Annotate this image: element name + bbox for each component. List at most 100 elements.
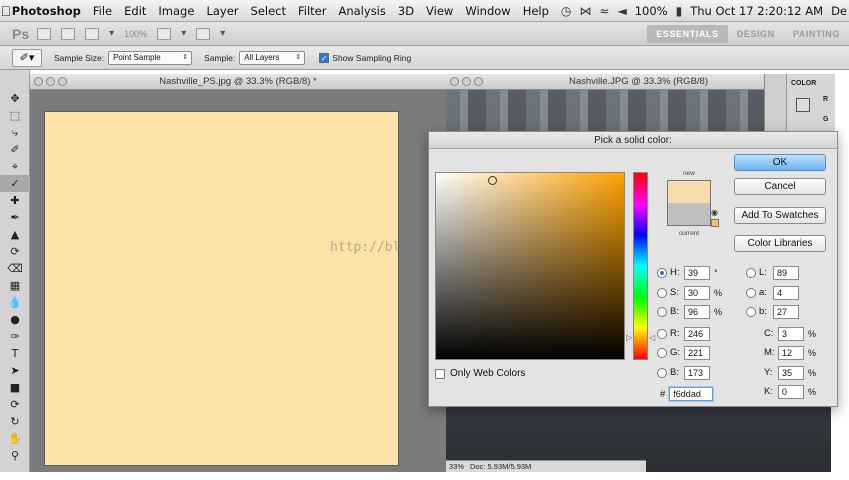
3d-rotate-tool-icon[interactable]: ⟳ [0,396,30,413]
hex-input[interactable]: f6ddad [669,387,714,401]
hue-input[interactable]: 39 [684,265,710,280]
menu-help[interactable]: Help [523,4,549,18]
sample-select[interactable]: All Layers ⇕ [239,50,306,65]
sampling-ring-checkbox[interactable]: ✓ [319,52,330,63]
shape-tool-icon[interactable]: ■ [0,379,30,396]
menu-file[interactable]: File [93,4,112,18]
color-field[interactable] [435,172,625,360]
menu-filter[interactable]: Filter [298,4,326,18]
blue-input[interactable]: 173 [684,365,710,380]
wifi-icon[interactable]: ≈ [599,4,609,18]
black-input[interactable]: 0 [778,384,804,399]
yellow-input[interactable]: 35 [778,365,804,380]
workspace-essentials[interactable]: ESSENTIALS [647,24,728,43]
eraser-tool-icon[interactable]: ⌫ [0,260,30,277]
arrange-documents-icon[interactable] [157,27,172,40]
color-panel-tab[interactable]: COLOR [791,80,816,87]
battery-icon[interactable]: ▮ [676,4,683,18]
cancel-button[interactable]: Cancel [734,178,826,195]
menu-analysis[interactable]: Analysis [338,4,385,18]
a-channel-radio[interactable] [746,287,756,298]
dodge-tool-icon[interactable]: ● [0,311,30,328]
screen-mode-icon[interactable] [196,27,211,40]
add-to-swatches-button[interactable]: Add To Swatches [734,207,826,224]
saturation-radio[interactable] [657,287,667,298]
workspace-painting[interactable]: PAINTING [784,25,849,43]
ok-button[interactable]: OK [734,154,826,171]
lasso-tool-icon[interactable]: ⤷ [0,124,30,141]
menu-image[interactable]: Image [158,4,194,18]
volume-icon[interactable]: ◄ [617,4,626,18]
workspace-design[interactable]: DESIGN [728,25,784,43]
menu-view[interactable]: View [426,4,453,18]
chevron-down-icon[interactable]: ▾ [181,28,186,39]
apple-icon[interactable]:  [0,3,12,19]
clone-stamp-tool-icon[interactable]: ▲ [0,226,30,243]
3d-orbit-tool-icon[interactable]: ↻ [0,413,30,430]
blue-radio[interactable] [657,367,667,378]
chevron-down-icon[interactable]: ▾ [109,28,114,39]
type-tool-icon[interactable]: T [0,345,30,362]
zoom-level[interactable]: 100% [124,29,147,39]
hue-slider[interactable] [633,172,648,360]
web-safe-warning-icon[interactable] [711,219,719,227]
menu-edit[interactable]: Edit [124,4,146,18]
cyan-input[interactable]: 3 [778,326,804,341]
hue-slider-arrow-right[interactable]: ◁ [649,333,655,342]
zoom-icon[interactable] [58,77,67,86]
crop-tool-icon[interactable]: ⌖ [0,158,30,175]
a-channel-input[interactable]: 4 [773,285,799,300]
clock[interactable]: Thu Oct 17 2:20:12 AM [690,4,823,18]
color-libraries-button[interactable]: Color Libraries [734,235,826,252]
close-icon[interactable] [450,77,459,86]
eyedropper-tool-icon[interactable]: ✓ [0,175,30,192]
red-radio[interactable] [657,328,667,339]
red-input[interactable]: 246 [684,326,710,341]
minimize-icon[interactable] [462,77,471,86]
saturation-input[interactable]: 30 [684,285,710,300]
web-colors-checkbox[interactable] [435,368,445,379]
document-tab-1[interactable]: Nashville_PS.jpg @ 33.3% (RGB/8) * [30,74,446,90]
tool-preset-picker[interactable]: ✐▾ [12,48,42,67]
hue-slider-arrow-left[interactable]: ▷ [626,333,632,342]
hue-radio[interactable] [657,267,667,278]
current-color-swatch[interactable] [667,203,711,226]
menu-3d[interactable]: 3D [398,4,414,18]
time-machine-icon[interactable]: ◷ [561,4,571,18]
panel-foreground-swatch[interactable] [796,98,810,112]
hand-tool-icon[interactable]: ✋ [0,430,30,447]
zoom-tool-icon[interactable]: ⚲ [0,447,30,464]
lightness-input[interactable]: 89 [773,265,799,280]
brightness-input[interactable]: 96 [684,304,710,319]
mini-bridge-icon[interactable] [61,27,76,40]
menu-window[interactable]: Window [465,4,510,18]
sample-size-select[interactable]: Point Sample ⇕ [108,50,193,65]
menu-app[interactable]: Photoshop [12,4,81,18]
marquee-tool-icon[interactable]: ⬚ [0,107,30,124]
close-icon[interactable] [34,77,43,86]
green-radio[interactable] [657,347,667,358]
status-zoom[interactable]: 33% [449,461,464,472]
quick-select-tool-icon[interactable]: ✐ [0,141,30,158]
bridge-icon[interactable] [37,27,52,40]
path-select-tool-icon[interactable]: ➤ [0,362,30,379]
pen-tool-icon[interactable]: ✑ [0,328,30,345]
menu-select[interactable]: Select [251,4,286,18]
menu-layer[interactable]: Layer [206,4,238,18]
healing-brush-tool-icon[interactable]: ✚ [0,192,30,209]
b-channel-input[interactable]: 27 [773,304,799,319]
color-field-cursor[interactable] [488,176,497,185]
gamut-warning-icon[interactable]: ◉ [711,208,718,217]
bluetooth-icon[interactable]: ⋈ [579,4,591,18]
zoom-icon[interactable] [474,77,483,86]
chevron-down-icon[interactable]: ▾ [220,28,225,39]
move-tool-icon[interactable]: ✥ [0,90,30,107]
document-canvas[interactable] [45,112,398,465]
blur-tool-icon[interactable]: 💧 [0,294,30,311]
history-brush-tool-icon[interactable]: ⟳ [0,243,30,260]
brush-tool-icon[interactable]: ✒ [0,209,30,226]
gradient-tool-icon[interactable]: ▦ [0,277,30,294]
green-input[interactable]: 221 [684,345,710,360]
minimize-icon[interactable] [46,77,55,86]
brightness-radio[interactable] [657,306,667,317]
